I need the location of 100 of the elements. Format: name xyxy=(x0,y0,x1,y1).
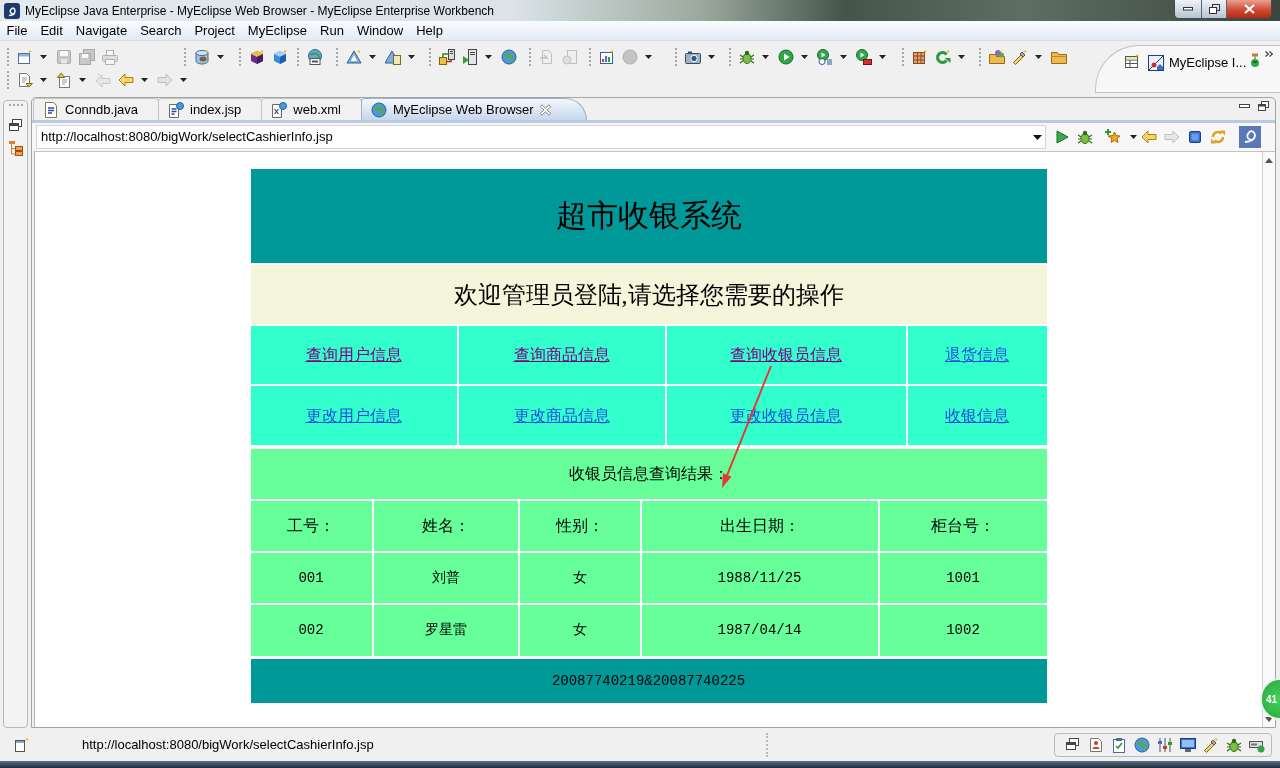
caret-icon[interactable] xyxy=(79,77,86,82)
logo-icon[interactable] xyxy=(1239,126,1261,148)
globe-icon[interactable] xyxy=(307,48,323,65)
chevron-icon[interactable] xyxy=(1265,51,1274,57)
menu-item[interactable]: Navigate xyxy=(69,20,134,41)
nav-link[interactable]: 查询用户信息 xyxy=(305,343,402,367)
caret-icon[interactable] xyxy=(408,54,415,59)
window-star-icon[interactable] xyxy=(14,737,30,753)
minimize-button[interactable] xyxy=(1175,0,1202,18)
stop-icon[interactable] xyxy=(1187,129,1203,145)
close-icon xyxy=(1243,4,1255,14)
sliders-icon[interactable] xyxy=(1157,737,1173,753)
down-arrow-icon[interactable] xyxy=(1265,717,1273,722)
caret-icon[interactable] xyxy=(1035,54,1042,59)
grid-icon[interactable] xyxy=(912,48,928,65)
editor-tab[interactable]: Conndb.java xyxy=(33,98,159,120)
table-cell: 1001 xyxy=(879,553,1047,603)
play-icon[interactable] xyxy=(778,48,794,65)
menu-item[interactable]: MyEclipse xyxy=(241,20,314,41)
document-icon[interactable] xyxy=(17,71,33,88)
play-icon[interactable] xyxy=(1054,129,1070,145)
menu-item[interactable]: Window xyxy=(350,20,410,41)
menu-item[interactable]: File xyxy=(0,20,34,41)
figure-icon[interactable] xyxy=(1249,53,1262,69)
document-icon[interactable] xyxy=(56,71,72,88)
maximize-button[interactable] xyxy=(1202,0,1227,18)
caret-icon[interactable] xyxy=(217,54,224,59)
tree-icon[interactable] xyxy=(7,140,24,156)
nav-link[interactable]: 更改商品信息 xyxy=(513,403,610,428)
caret-icon[interactable] xyxy=(485,54,492,59)
folder-icon[interactable] xyxy=(989,48,1005,65)
caret-icon[interactable] xyxy=(180,77,187,82)
globe-icon[interactable] xyxy=(501,48,517,65)
database-icon[interactable] xyxy=(194,48,210,65)
nav-link[interactable]: 查询商品信息 xyxy=(513,343,610,367)
chart-icon[interactable] xyxy=(599,48,615,65)
bug-icon[interactable] xyxy=(739,48,755,65)
server-play-icon[interactable] xyxy=(462,48,478,65)
dropdown-arrow-icon[interactable] xyxy=(1033,134,1042,140)
wand-icon[interactable] xyxy=(1012,48,1028,65)
caret-icon[interactable] xyxy=(762,54,769,59)
table-cell: 罗星雷 xyxy=(373,605,518,656)
triangle-icon[interactable] xyxy=(346,48,362,65)
scrollbar[interactable] xyxy=(1262,152,1275,727)
table-cell: 1987/04/14 xyxy=(641,605,878,656)
editor-tab[interactable]: web.xml xyxy=(261,98,362,120)
close-icon[interactable] xyxy=(539,103,552,116)
cube-icon[interactable] xyxy=(272,48,288,65)
cube-icon[interactable] xyxy=(249,48,265,65)
globe-icon[interactable] xyxy=(1134,737,1150,753)
editor-tab[interactable]: MyEclipse Web Browser xyxy=(361,98,587,120)
clipboard-icon[interactable] xyxy=(1111,737,1127,753)
bug-icon[interactable] xyxy=(1226,737,1242,753)
caret-icon[interactable] xyxy=(879,54,886,59)
caret-icon[interactable] xyxy=(141,77,148,82)
close-button[interactable] xyxy=(1227,0,1271,18)
table-cell: 001 xyxy=(250,553,372,603)
caret-icon[interactable] xyxy=(840,54,847,59)
star-icon[interactable] xyxy=(1105,129,1121,145)
caret-icon[interactable] xyxy=(40,77,47,82)
new-window-icon[interactable] xyxy=(17,48,33,65)
play-icon[interactable] xyxy=(817,48,833,65)
caret-icon[interactable] xyxy=(369,54,376,59)
menu-item[interactable]: Edit xyxy=(33,20,70,41)
restore-icon[interactable] xyxy=(8,118,23,132)
caret-icon[interactable] xyxy=(958,54,965,59)
triangle-icon[interactable] xyxy=(385,48,401,65)
refresh-icon[interactable] xyxy=(935,48,951,65)
nav-link[interactable]: 更改用户信息 xyxy=(305,403,402,428)
nav-link[interactable]: 退货信息 xyxy=(945,343,1009,367)
caret-icon[interactable] xyxy=(1130,135,1137,139)
menu-item[interactable]: Search xyxy=(133,20,188,41)
address-field[interactable]: http://localhost:8080/bigWork/selectCashierInfo.jsp xyxy=(36,125,1046,149)
restore-icon[interactable] xyxy=(1258,101,1269,111)
up-arrow-icon[interactable] xyxy=(1265,158,1273,163)
table-cell: 002 xyxy=(250,605,372,656)
column-header: 性别： xyxy=(519,501,640,551)
page-title: 超市收银系统 xyxy=(555,196,742,235)
nav-link[interactable]: 收银信息 xyxy=(945,403,1009,428)
play-icon[interactable] xyxy=(856,48,872,65)
wand-icon[interactable] xyxy=(1203,737,1219,753)
menu-item[interactable]: Help xyxy=(409,20,450,41)
caret-icon[interactable] xyxy=(40,54,47,59)
caret-icon[interactable] xyxy=(645,54,652,59)
minimize-icon[interactable] xyxy=(1239,104,1250,108)
menu-item[interactable]: Run xyxy=(313,20,351,41)
table-cell: 刘普 xyxy=(373,553,518,603)
back-arrow-icon[interactable] xyxy=(118,71,134,88)
editor-tab[interactable]: index.jsp xyxy=(158,98,263,120)
document-person-icon[interactable] xyxy=(1088,737,1104,753)
caret-icon[interactable] xyxy=(708,54,715,59)
document-globe-icon xyxy=(271,101,288,118)
monitor-icon[interactable] xyxy=(1180,737,1196,753)
nav-link[interactable]: 查询收银员信息 xyxy=(730,343,842,367)
welcome-message: 欢迎管理员登陆,请选择您需要的操作 xyxy=(453,280,844,310)
restore-icon[interactable] xyxy=(1065,737,1081,753)
menu-item[interactable]: Project xyxy=(187,20,242,41)
caret-icon[interactable] xyxy=(801,54,808,59)
server-icon[interactable] xyxy=(439,48,455,65)
bug-icon[interactable] xyxy=(1077,129,1093,145)
